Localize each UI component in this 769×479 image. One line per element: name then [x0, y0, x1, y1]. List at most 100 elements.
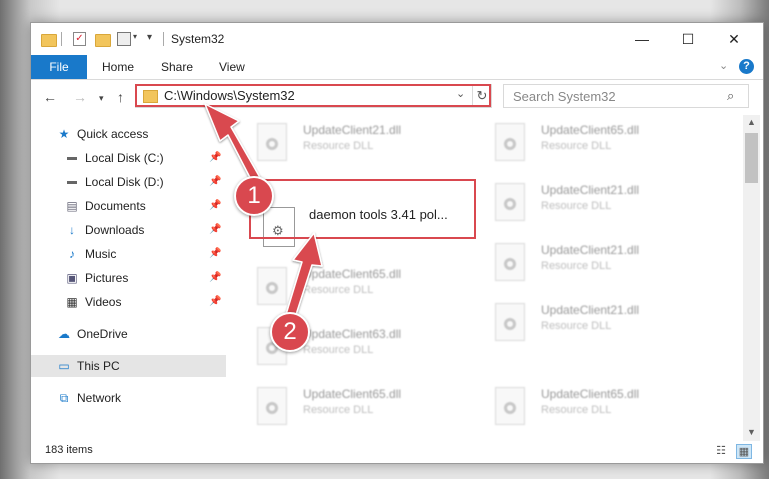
large-icons-view-icon[interactable]: ▦	[736, 444, 752, 459]
pictures-icon: ▣	[66, 271, 78, 285]
forward-arrow-icon[interactable]: →	[73, 89, 87, 105]
details-view-icon[interactable]: ☷	[714, 444, 728, 457]
sidebar-item-local-disk-c[interactable]: ▬ Local Disk (C:) 📌	[31, 147, 226, 169]
minimize-button[interactable]: —	[619, 23, 665, 55]
videos-icon: ▦	[66, 295, 78, 309]
tab-file[interactable]: File	[31, 55, 87, 79]
tab-share[interactable]: Share	[161, 55, 193, 79]
list-item[interactable]: UpdateClient65.dll Resource DLL	[251, 263, 481, 319]
file-highlight-box	[249, 179, 476, 239]
file-name: UpdateClient63.dll	[303, 327, 402, 341]
recent-locations-icon[interactable]: ▾	[99, 93, 104, 104]
step-badge-2: 2	[270, 312, 310, 352]
file-name: UpdateClient65.dll	[303, 387, 402, 401]
title-bar: ✓ ▾ ▾ System32 — ☐ ✕	[31, 23, 763, 55]
sidebar-item-label: Music	[85, 247, 117, 261]
sidebar-item-local-disk-d[interactable]: ▬ Local Disk (D:) 📌	[31, 171, 226, 193]
up-arrow-icon[interactable]: ↑	[117, 89, 124, 105]
step-badge-1: 1	[234, 176, 274, 216]
scrollbar-thumb[interactable]	[745, 133, 758, 183]
sidebar-item-onedrive[interactable]: ☁ OneDrive	[31, 323, 226, 345]
file-type: Resource DLL	[541, 320, 612, 332]
properties-icon[interactable]	[117, 32, 131, 46]
file-name: UpdateClient65.dll	[303, 267, 402, 281]
search-box[interactable]: Search System32 ⌕	[503, 84, 749, 108]
customize-toolbar-icon[interactable]: ▾	[147, 32, 161, 46]
list-item[interactable]: UpdateClient65.dll Resource DLL	[251, 383, 481, 437]
file-name: UpdateClient21.dll	[541, 243, 640, 257]
pin-icon[interactable]: 📌	[209, 152, 221, 163]
scroll-up-icon[interactable]: ▲	[747, 117, 756, 127]
new-folder-icon[interactable]	[95, 32, 111, 47]
tab-home[interactable]: Home	[102, 55, 134, 79]
dll-file-icon	[495, 183, 525, 221]
back-arrow-icon[interactable]: ←	[43, 89, 57, 105]
dll-file-icon	[495, 123, 525, 161]
sidebar-item-label: Pictures	[85, 271, 129, 285]
sidebar-item-label: This PC	[77, 359, 120, 373]
pin-icon[interactable]: 📌	[209, 248, 221, 259]
sidebar-item-music[interactable]: ♪ Music 📌	[31, 243, 226, 265]
music-icon: ♪	[69, 247, 75, 261]
search-icon[interactable]: ⌕	[727, 88, 734, 104]
sidebar-item-label: Documents	[85, 199, 146, 213]
sidebar-item-label: Local Disk (C:)	[85, 151, 164, 165]
pin-icon[interactable]: 📌	[209, 224, 221, 235]
separator	[61, 32, 62, 46]
sidebar-item-network[interactable]: ⧉ Network	[31, 387, 226, 409]
pin-icon[interactable]: 📌	[209, 296, 221, 307]
file-type: Resource DLL	[303, 284, 374, 296]
sidebar-item-label: Local Disk (D:)	[85, 175, 164, 189]
pin-icon[interactable]: 📌	[209, 176, 221, 187]
list-item[interactable]: UpdateClient65.dll Resource DLL	[489, 383, 719, 437]
file-type: Resource DLL	[303, 404, 374, 416]
file-name: UpdateClient21.dll	[303, 123, 402, 137]
file-name: UpdateClient65.dll	[541, 387, 640, 401]
address-highlight-box	[135, 84, 491, 107]
file-name: UpdateClient65.dll	[541, 123, 640, 137]
maximize-button[interactable]: ☐	[665, 23, 711, 55]
sidebar-item-quick-access[interactable]: ★ Quick access	[31, 123, 226, 145]
network-icon: ⧉	[59, 391, 69, 405]
item-count: 183 items	[45, 444, 93, 456]
star-icon: ★	[58, 127, 70, 141]
file-type: Resource DLL	[303, 344, 374, 356]
sidebar-item-this-pc[interactable]: ▭ This PC	[31, 355, 226, 377]
file-type: Resource DLL	[541, 404, 612, 416]
pin-icon[interactable]: 📌	[209, 272, 221, 283]
drive-icon: ▬	[67, 152, 77, 163]
close-button[interactable]: ✕	[711, 23, 757, 55]
cloud-icon: ☁	[58, 327, 70, 341]
list-item[interactable]: UpdateClient65.dll Resource DLL	[489, 119, 719, 175]
sidebar-item-documents[interactable]: ▤ Documents 📌	[31, 195, 226, 217]
properties-check-icon[interactable]: ✓	[73, 32, 87, 46]
list-item[interactable]: UpdateClient21.dll Resource DLL	[251, 119, 481, 175]
expand-ribbon-icon[interactable]: ⌄	[719, 59, 728, 72]
ribbon: File Home Share View ⌄ ?	[31, 55, 763, 80]
dll-file-icon	[495, 303, 525, 341]
scroll-down-icon[interactable]: ▼	[747, 427, 756, 437]
sidebar-item-label: Downloads	[85, 223, 145, 237]
sidebar-item-pictures[interactable]: ▣ Pictures 📌	[31, 267, 226, 289]
sidebar-item-videos[interactable]: ▦ Videos 📌	[31, 291, 226, 313]
window-title: System32	[171, 32, 225, 46]
file-type: Resource DLL	[303, 140, 374, 152]
status-bar: 183 items ☷ ▦	[31, 441, 763, 463]
vertical-scrollbar[interactable]: ▲ ▼	[743, 115, 760, 441]
pin-icon[interactable]: 📌	[209, 200, 221, 211]
list-item[interactable]: UpdateClient21.dll Resource DLL	[489, 299, 719, 355]
list-item[interactable]: UpdateClient21.dll Resource DLL	[489, 179, 719, 235]
dll-file-icon	[495, 243, 525, 281]
tab-view[interactable]: View	[219, 55, 245, 79]
chevron-down-icon[interactable]: ▾	[133, 32, 147, 46]
search-input[interactable]: Search System32	[513, 89, 616, 104]
sidebar-item-downloads[interactable]: ↓ Downloads 📌	[31, 219, 226, 241]
list-item[interactable]: UpdateClient21.dll Resource DLL	[489, 239, 719, 295]
navigation-pane: ★ Quick access ▬ Local Disk (C:) 📌 ▬ Loc…	[31, 115, 226, 435]
file-name: UpdateClient21.dll	[541, 303, 640, 317]
dll-file-icon	[495, 387, 525, 425]
help-button[interactable]: ?	[739, 59, 754, 74]
separator	[163, 32, 164, 46]
dll-file-icon	[257, 267, 287, 305]
file-list: UpdateClient21.dll Resource DLL UpdateCl…	[239, 115, 739, 437]
